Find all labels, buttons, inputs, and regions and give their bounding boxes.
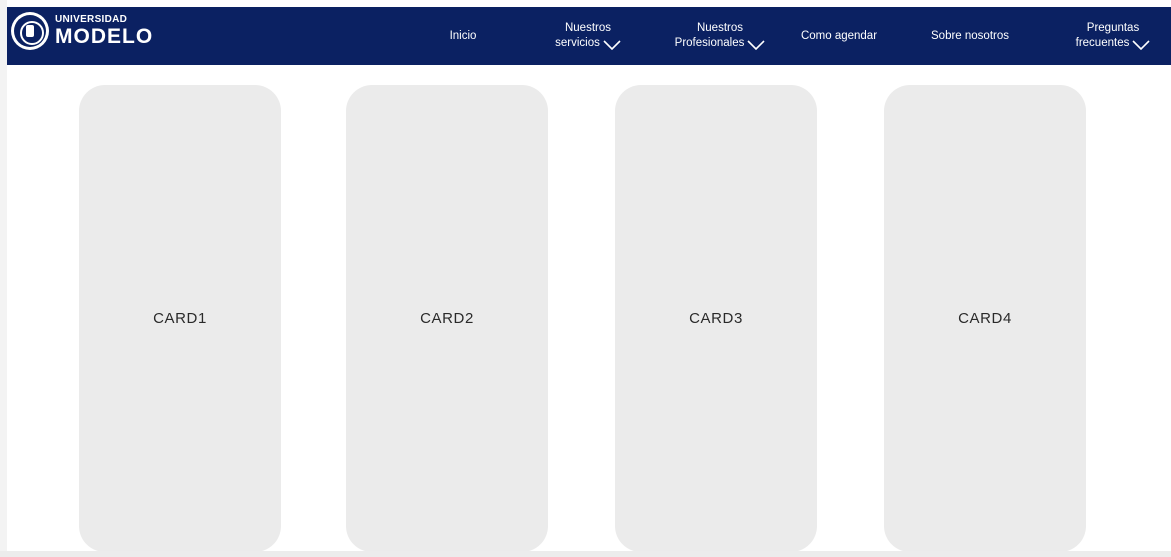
card-4[interactable]: CARD4 [884, 85, 1086, 552]
nav-preguntas-label-1: Preguntas [1086, 22, 1140, 35]
university-logo[interactable]: UNIVERSIDAD MODELO [11, 12, 153, 50]
card-2-label: CARD2 [420, 310, 474, 327]
nav-nuestros-profesionales[interactable]: Nuestros Profesionales [669, 7, 771, 65]
chevron-down-icon[interactable] [1132, 40, 1150, 50]
nav-inicio-label: Inicio [449, 29, 477, 42]
nav-sobre-nosotros[interactable]: Sobre nosotros [919, 7, 1021, 65]
card-1-label: CARD1 [153, 310, 207, 327]
nav-preguntas-frecuentes[interactable]: Preguntas frecuentes [1065, 7, 1161, 65]
logo-line-2: MODELO [55, 25, 154, 48]
nav-profesionales-label-2: Profesionales [674, 37, 745, 49]
nav-como-agendar[interactable]: Como agendar [790, 7, 888, 65]
nav-como-agendar-label: Como agendar [800, 29, 878, 42]
nav-profesionales-label-1: Nuestros [696, 22, 744, 35]
nav-servicios-label-2: servicios [555, 37, 600, 49]
nav-inicio[interactable]: Inicio [434, 7, 492, 65]
card-3-label: CARD3 [689, 310, 743, 327]
logo-wordmark: UNIVERSIDAD MODELO [55, 14, 154, 48]
chevron-down-icon[interactable] [747, 40, 765, 50]
card-3[interactable]: CARD3 [615, 85, 817, 552]
bottom-edge [0, 551, 1171, 557]
nav-servicios-label-1: Nuestros [564, 22, 612, 35]
nav-sobre-nosotros-label: Sobre nosotros [931, 29, 1009, 42]
nav-nuestros-servicios[interactable]: Nuestros servicios [547, 7, 629, 65]
chevron-down-icon[interactable] [603, 40, 621, 50]
top-navbar: UNIVERSIDAD MODELO Inicio Nuestros servi… [7, 7, 1171, 65]
university-seal-icon [11, 12, 49, 50]
card-2[interactable]: CARD2 [346, 85, 548, 552]
page: UNIVERSIDAD MODELO Inicio Nuestros servi… [0, 0, 1171, 557]
nav-preguntas-label-2: frecuentes [1075, 37, 1130, 49]
card-4-label: CARD4 [958, 310, 1012, 327]
card-1[interactable]: CARD1 [79, 85, 281, 552]
left-edge [0, 0, 7, 557]
logo-line-1: UNIVERSIDAD [55, 14, 128, 25]
